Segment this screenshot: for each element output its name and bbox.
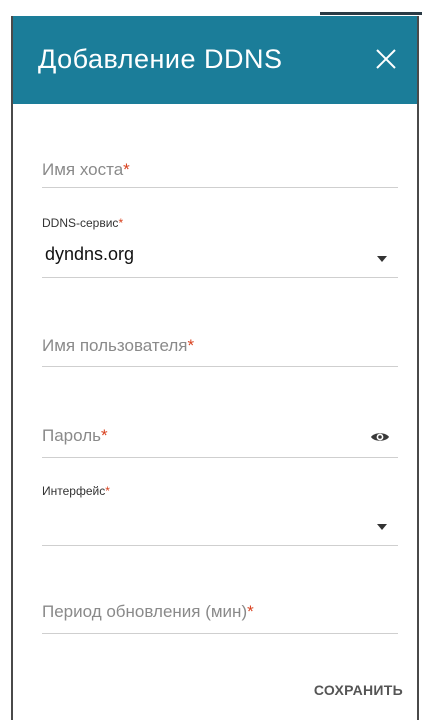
interface-select[interactable]: Интерфейс* [42,484,398,554]
add-ddns-dialog: Добавление DDNS Имя хоста* DDNS-сервис* … [11,16,419,720]
required-mark: * [101,426,108,445]
interface-label: Интерфейс* [42,484,110,498]
required-mark: * [123,160,130,179]
backdrop-top-line [320,12,422,15]
password-field[interactable]: Пароль* [42,422,398,482]
save-button[interactable]: СОХРАНИТЬ [314,682,403,698]
username-underline [42,366,398,367]
required-mark: * [247,602,254,621]
update-period-underline [42,633,398,634]
username-placeholder: Имя пользователя* [42,336,195,355]
eye-icon[interactable] [370,430,390,444]
update-period-field[interactable]: Период обновления (мин)* [42,598,398,658]
ddns-service-select[interactable]: DDNS-сервис* dyndns.org [42,216,398,286]
required-mark: * [187,336,195,355]
ddns-service-label: DDNS-сервис* [42,216,124,230]
dialog-header: Добавление DDNS [13,16,417,104]
required-mark: * [118,216,124,230]
chevron-down-icon [377,524,387,530]
username-field[interactable]: Имя пользователя* [42,332,398,392]
hostname-underline [42,187,398,188]
ddns-service-value: dyndns.org [45,244,135,264]
hostname-placeholder: Имя хоста* [42,160,130,179]
interface-underline [42,545,398,546]
close-icon[interactable] [375,48,397,70]
chevron-down-icon [377,256,387,262]
ddns-service-underline [42,277,398,278]
password-underline [42,457,398,458]
password-placeholder: Пароль* [42,426,108,445]
dialog-title: Добавление DDNS [38,44,283,74]
update-period-placeholder: Период обновления (мин)* [42,602,254,621]
required-mark: * [105,484,110,498]
hostname-field[interactable]: Имя хоста* [42,146,398,206]
